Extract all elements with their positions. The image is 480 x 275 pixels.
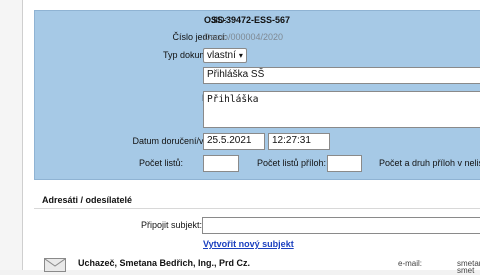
contact-name: Uchazeč, Smetana Bedřich, Ing., Prd Cz. (78, 258, 251, 268)
document-form: JID: OSS-39472-ESS-567 Číslo jednací: De… (34, 10, 480, 180)
datum-input[interactable]: 25.5.2021 (203, 133, 265, 150)
popis-textarea[interactable]: Přihláška (203, 91, 480, 128)
pripojit-subjekt-input[interactable] (202, 217, 480, 234)
create-subject-link[interactable]: Vytvořit nový subjekt (203, 239, 294, 249)
pocet-listu-input[interactable] (203, 155, 239, 172)
cas-input[interactable]: 12:27:31 (268, 133, 330, 150)
email-label: e-mail: (398, 259, 423, 268)
cislo-jednaci-value: Demo/000004/2020 (204, 32, 284, 42)
chevron-down-icon: ▾ (238, 51, 243, 60)
vec-input[interactable]: Přihláška SŠ (203, 67, 480, 84)
section-divider (34, 208, 480, 209)
pocet-priloh-input[interactable] (327, 155, 362, 172)
jid-label: JID: (210, 15, 227, 25)
email-value-second: smet (457, 266, 475, 275)
recipients-section-title: Adresáti / odesílatelé (42, 195, 133, 205)
typ-dokumentu-selected: vlastní (207, 50, 236, 61)
pripojit-subjekt-label: Připojit subjekt: (140, 220, 202, 230)
typ-dokumentu-select[interactable]: vlastní ▾ (203, 48, 247, 63)
druh-priloh-label: Počet a druh příloh v nelis (379, 158, 480, 168)
cislo-jednaci-label: Číslo jednací: (172, 32, 227, 42)
pocet-priloh-label: Počet listů příloh: (257, 158, 327, 168)
jid-value: OSS-39472-ESS-567 (204, 15, 291, 25)
left-sidebar-strip (0, 0, 22, 270)
pocet-listu-label: Počet listů: (138, 158, 183, 168)
